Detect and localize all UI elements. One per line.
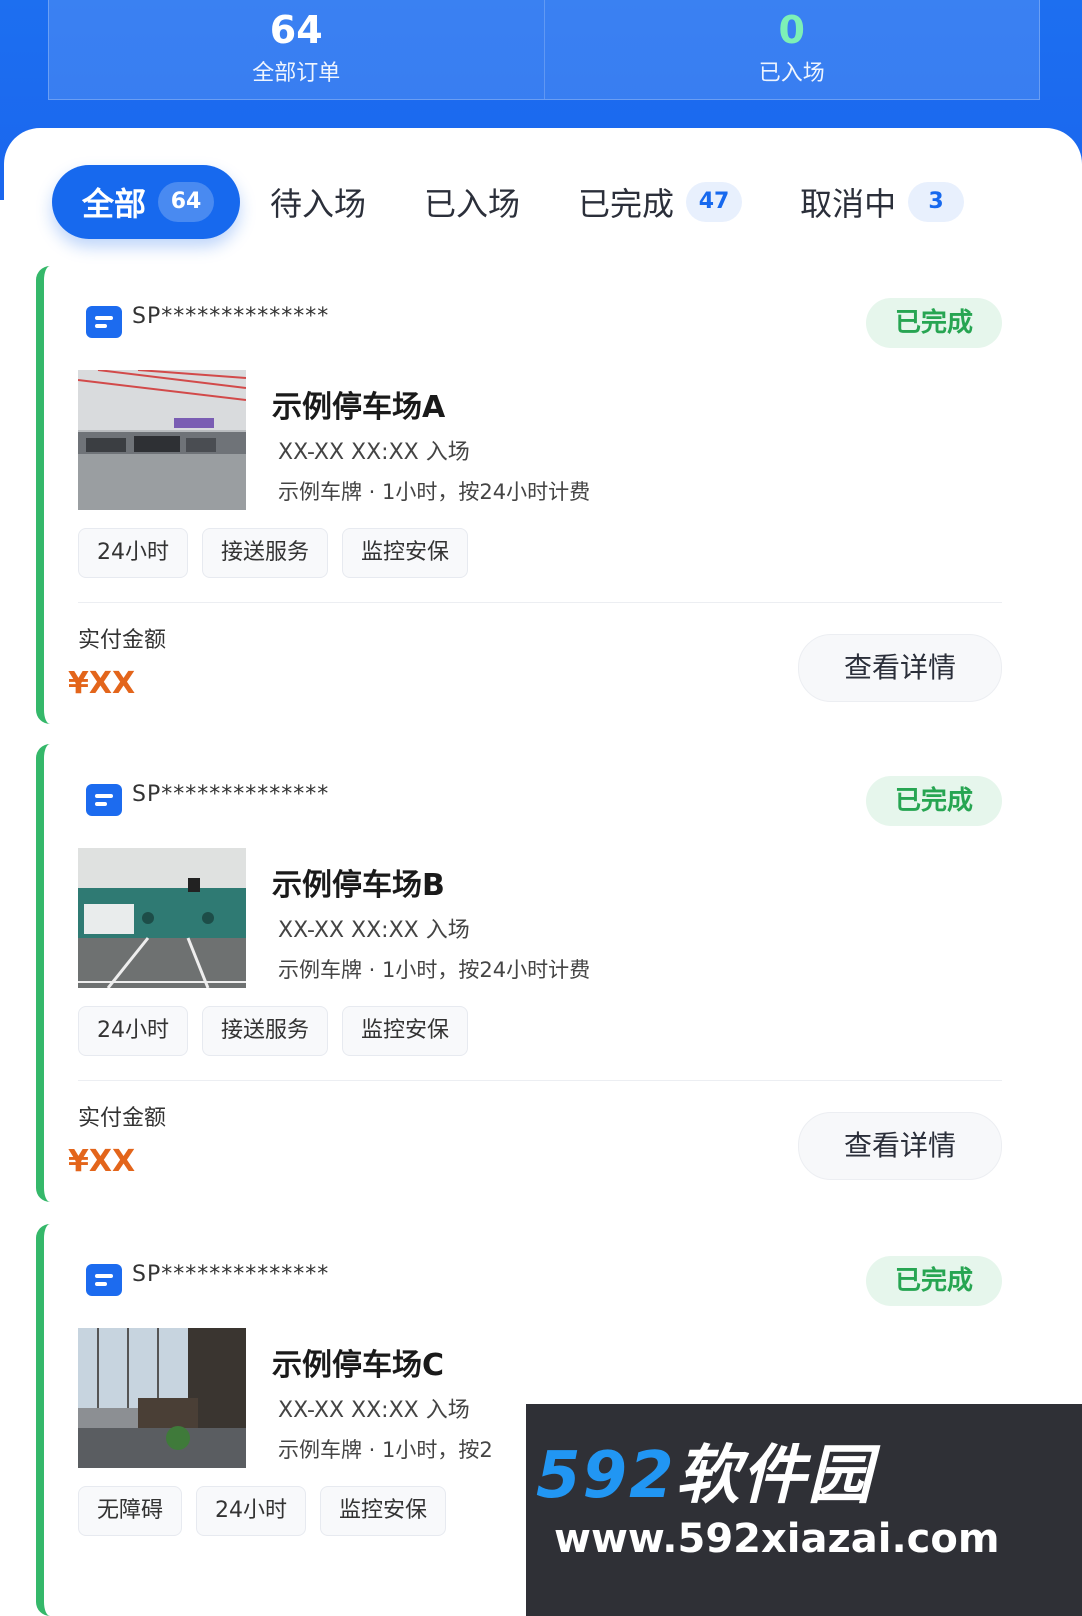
tab-label: 全部 [82,185,147,223]
service-tags: 无障碍 24小时 监控安保 [78,1486,460,1536]
divider [78,602,1002,603]
service-tag: 监控安保 [320,1486,447,1536]
service-tag: 接送服务 [202,1006,329,1056]
parking-lot-name: 示例停车场B [272,868,445,903]
entry-time: XX-XX XX:XX 入场 [278,440,470,465]
tab-label: 已完成 [578,185,675,223]
stat-value: 64 [269,8,323,52]
tab-all[interactable]: 全部 64 [52,165,241,239]
paid-amount-label: 实付金额 [78,1106,167,1131]
order-number: SP************** [86,303,330,338]
paid-amount-label: 实付金额 [78,628,167,653]
tab-count: 47 [686,182,743,222]
parking-lot-name: 示例停车场A [272,390,446,425]
paid-amount: ¥XX [68,666,136,701]
plate-billing-info: 示例车牌 · 1小时，按24小时计费 [278,480,591,504]
status-badge: 已完成 [866,776,1002,826]
plate-billing-info: 示例车牌 · 1小时，按2 [278,1438,493,1462]
parking-lot-photo [78,848,246,988]
view-details-button[interactable]: 查看详情 [798,1112,1002,1180]
service-tag: 24小时 [78,528,188,578]
parking-lot-photo [78,1328,246,1468]
paid-amount: ¥XX [68,1144,136,1179]
tab-label: 取消中 [800,185,897,223]
service-tag: 无障碍 [78,1486,183,1536]
tab-pending-entry[interactable]: 待入场 [270,179,366,225]
parking-lot-name: 示例停车场C [272,1348,445,1383]
service-tags: 24小时 接送服务 监控安保 [78,1006,482,1056]
order-id: SP************** [132,303,330,329]
tab-cancelling[interactable]: 取消中 3 [800,179,965,225]
tab-count: 3 [908,182,965,222]
tab-label: 待入场 [270,185,367,223]
watermark-url: www.592xiazai.com [554,1516,1000,1562]
stat-entered[interactable]: 0 已入场 [543,0,1040,99]
plate-billing-info: 示例车牌 · 1小时，按24小时计费 [278,958,591,982]
service-tag: 监控安保 [342,1006,469,1056]
watermark-logo: 592软件园 [536,1424,874,1516]
order-number: SP************** [86,1261,330,1296]
tab-completed[interactable]: 已完成 47 [578,179,743,225]
order-doc-icon [86,306,122,338]
service-tag: 监控安保 [342,528,469,578]
divider [78,1080,1002,1081]
tab-count: 64 [158,182,215,222]
order-card[interactable]: SP************** 已完成 示例停车场A XX-XX XX:XX … [36,266,1002,724]
tab-label: 已入场 [424,185,521,223]
stats-panel: 64 全部订单 0 已入场 [48,0,1040,100]
status-tabs: 全部 64 待入场 已入场 已完成 47 取消中 3 [52,164,1042,240]
stat-value: 0 [778,8,805,52]
service-tags: 24小时 接送服务 监控安保 [78,528,482,578]
watermark-logo-num: 592 [536,1439,676,1513]
stat-label: 已入场 [758,61,825,86]
entry-time: XX-XX XX:XX 入场 [278,918,470,943]
stat-all-orders[interactable]: 64 全部订单 [49,0,544,99]
order-id: SP************** [132,781,330,807]
view-details-button[interactable]: 查看详情 [798,634,1002,702]
service-tag: 接送服务 [202,528,329,578]
order-id: SP************** [132,1261,330,1287]
order-number: SP************** [86,781,330,816]
status-badge: 已完成 [866,1256,1002,1306]
watermark-logo-text: 软件园 [675,1439,874,1513]
service-tag: 24小时 [196,1486,307,1536]
status-badge: 已完成 [866,298,1002,348]
service-tag: 24小时 [78,1006,188,1056]
site-watermark: 592软件园 www.592xiazai.com [526,1404,1082,1616]
stat-label: 全部订单 [252,61,341,86]
order-doc-icon [86,1264,122,1296]
order-card[interactable]: SP************** 已完成 示例停车场B XX-XX XX:XX … [36,744,1002,1202]
tab-entered[interactable]: 已入场 [424,179,520,225]
order-doc-icon [86,784,122,816]
parking-lot-photo [78,370,246,510]
order-list-panel: 全部 64 待入场 已入场 已完成 47 取消中 3 SP***********… [4,128,1082,1616]
entry-time: XX-XX XX:XX 入场 [278,1398,470,1423]
